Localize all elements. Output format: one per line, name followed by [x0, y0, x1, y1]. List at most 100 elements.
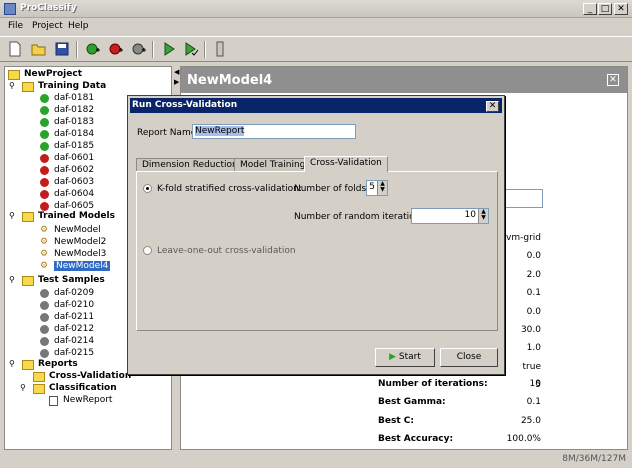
tab-cross-validation[interactable]: Cross-Validation: [304, 156, 388, 172]
folds-spinner[interactable]: 5 ▲ ▼: [366, 180, 388, 196]
tree-label: NewModel3: [54, 249, 107, 259]
report-name-field[interactable]: NewReport: [192, 124, 356, 139]
kfold-label: K-fold stratified cross-validation:: [157, 184, 302, 194]
iterations-spinner[interactable]: 10 ▲ ▼: [411, 208, 489, 224]
gray-dot-icon: [40, 337, 49, 346]
model-field[interactable]: [499, 189, 543, 208]
menu-bar: File Project Help: [0, 19, 632, 35]
dialog-close-button[interactable]: ✕: [486, 101, 499, 112]
red-dot-icon: [40, 190, 49, 199]
model-icon: ⚙: [40, 249, 49, 259]
property-value: true: [522, 361, 541, 372]
dataset-icon[interactable]: [211, 40, 229, 58]
loo-radio[interactable]: [143, 246, 152, 255]
dialog-title-bar: Run Cross-Validation ✕: [130, 98, 502, 113]
key-icon: ⚲: [9, 275, 15, 284]
property-value: 0.0: [526, 251, 541, 262]
run-icon[interactable]: [160, 40, 178, 58]
minimize-button[interactable]: _: [583, 3, 597, 15]
tree-label: daf-0183: [54, 117, 95, 127]
property-value: 1.0: [526, 343, 541, 354]
menu-file[interactable]: File: [8, 21, 23, 31]
cross-validation-dialog: Run Cross-Validation ✕ Report Name: NewR…: [127, 95, 505, 375]
toolbar-separator: [204, 41, 206, 58]
folds-value: 5: [369, 182, 375, 192]
tree-label: daf-0181: [54, 93, 95, 103]
folder-icon: [22, 212, 34, 222]
menu-help[interactable]: Help: [68, 21, 89, 31]
folder-icon: [22, 82, 34, 92]
tree-label: Trained Models: [38, 211, 115, 221]
tree-label: Test Samples: [38, 275, 105, 285]
tree-label: daf-0215: [54, 348, 95, 358]
tree-label: daf-0211: [54, 312, 95, 322]
memory-status: 8M/36M/127M: [562, 454, 626, 464]
folder-icon: [22, 360, 34, 370]
open-icon[interactable]: [30, 40, 48, 58]
loo-label: Leave-one-out cross-validation: [157, 246, 296, 256]
tab-dimension-reduction[interactable]: Dimension Reduction: [136, 158, 244, 171]
run-check-icon[interactable]: [182, 40, 200, 58]
app-icon: [4, 3, 16, 15]
gray-dot-icon: [40, 289, 49, 298]
add-green-icon[interactable]: [84, 40, 102, 58]
start-label: Start: [398, 352, 421, 362]
report-name-value: NewReport: [195, 126, 245, 136]
toolbar-separator: [76, 41, 78, 58]
tree-label: daf-0602: [54, 165, 95, 175]
list-item[interactable]: ⚙ NewModel4: [40, 261, 140, 274]
add-red-icon[interactable]: [107, 40, 125, 58]
close-icon[interactable]: ✕: [607, 74, 619, 86]
spinner-arrows-icon[interactable]: ▲ ▼: [478, 209, 488, 223]
green-dot-icon: [40, 106, 49, 115]
tree-label: daf-0214: [54, 336, 95, 346]
tree-label: Training Data: [38, 81, 107, 91]
report-name-label: Report Name:: [137, 128, 200, 138]
menu-project[interactable]: Project: [32, 21, 63, 31]
cross-validation-tab-panel: K-fold stratified cross-validation: Numb…: [136, 171, 498, 331]
spinner-arrows-icon[interactable]: ▲ ▼: [377, 181, 387, 195]
folder-icon: [33, 384, 45, 394]
add-gray-icon[interactable]: [130, 40, 148, 58]
red-dot-icon: [40, 154, 49, 163]
gray-dot-icon: [40, 325, 49, 334]
tree-label: Classification: [49, 383, 117, 393]
result-label: Best Gamma:: [378, 397, 446, 408]
model-icon: ⚙: [40, 237, 49, 247]
toolbar-separator: [152, 41, 154, 58]
save-icon[interactable]: [53, 40, 71, 58]
result-value: 100.0%: [506, 433, 541, 444]
green-dot-icon: [40, 94, 49, 103]
tree-label: NewProject: [24, 69, 82, 79]
new-icon[interactable]: [6, 40, 24, 58]
toolbar: [0, 36, 632, 62]
model-title: NewModel4: [187, 73, 273, 88]
result-value: 25.0: [520, 415, 541, 426]
tree-label: Reports: [38, 359, 78, 369]
result-label: Best Accuracy:: [378, 433, 454, 444]
tree-label: daf-0210: [54, 300, 95, 310]
close-window-button[interactable]: ✕: [614, 3, 628, 15]
tree-label: daf-0605: [54, 201, 95, 211]
start-button[interactable]: ▶ Start: [375, 348, 435, 367]
kfold-radio[interactable]: [143, 184, 152, 193]
folds-label: Number of folds:: [294, 184, 370, 194]
tree-label: Cross-Validation: [49, 371, 132, 381]
tab-model-training[interactable]: Model Training: [234, 158, 312, 171]
result-value: 10: [529, 379, 541, 389]
tree-label: daf-0603: [54, 177, 95, 187]
gray-dot-icon: [40, 313, 49, 322]
folder-icon: [22, 276, 34, 286]
maximize-button[interactable]: □: [598, 3, 612, 15]
tree-node-report[interactable]: NewReport: [49, 395, 149, 408]
result-label: Number of iterations:: [378, 379, 488, 389]
tree-label: NewReport: [63, 395, 113, 405]
red-dot-icon: [40, 178, 49, 187]
green-dot-icon: [40, 142, 49, 151]
key-icon: ⚲: [9, 359, 15, 368]
red-dot-icon: [40, 202, 49, 211]
tree-label: daf-0209: [54, 288, 95, 298]
title-bar: ProClassify _ □ ✕: [0, 0, 632, 18]
key-icon: ⚲: [20, 383, 26, 392]
close-button[interactable]: Close: [440, 348, 498, 367]
